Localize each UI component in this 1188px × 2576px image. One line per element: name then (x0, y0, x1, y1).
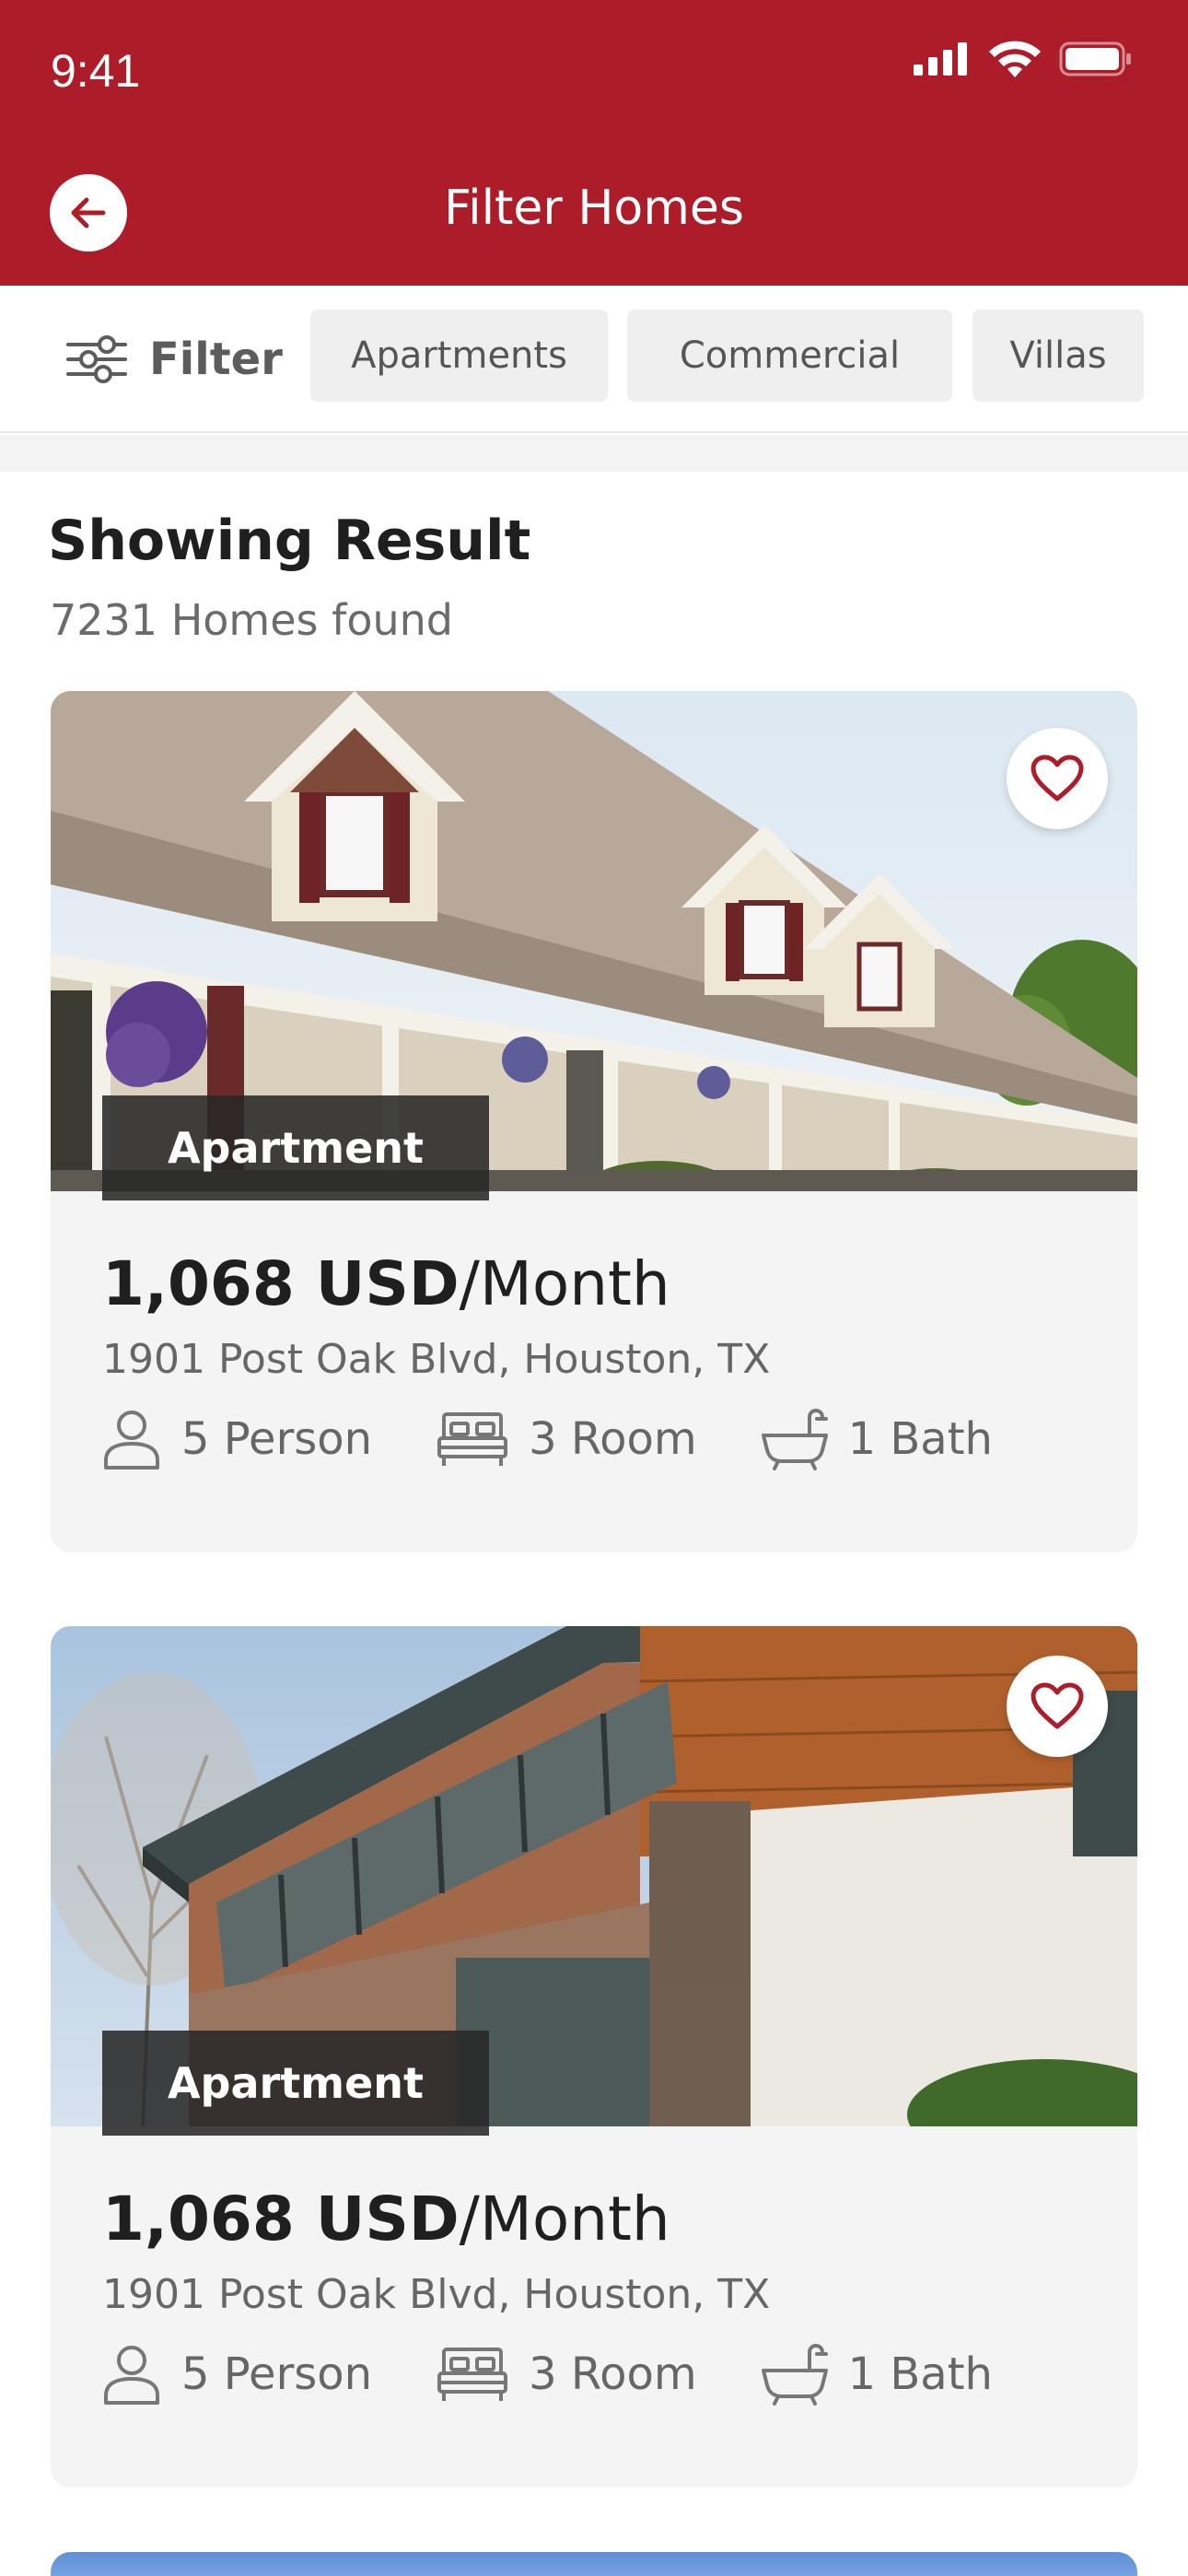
listing-price: 1,068 USD/Month (102, 1248, 670, 1319)
page-title: Filter Homes (444, 181, 744, 236)
listing-card-peek[interactable] (51, 2552, 1137, 2576)
filter-button[interactable]: Filter (66, 334, 283, 385)
persons-text: 5 Person (181, 1413, 373, 1465)
feature-persons: 5 Person (102, 1409, 372, 1469)
chip-commercial[interactable]: Commercial (627, 310, 952, 402)
price-amount: 1,068 USD (102, 1248, 460, 1319)
feature-persons: 5 Person (102, 2344, 372, 2405)
heart-icon (1031, 755, 1084, 802)
property-type-badge: Apartment (102, 1095, 489, 1200)
battery-icon (1059, 41, 1131, 76)
status-icons (914, 41, 1133, 77)
listing-features: 5 Person 3 Room 1 Bath (102, 2343, 1057, 2406)
filter-label: Filter (149, 334, 283, 385)
section-divider (0, 435, 1188, 472)
feature-baths: 1 Bath (761, 1408, 993, 1470)
results-count: 7231 Homes found (50, 595, 453, 645)
listing-address: 1901 Post Oak Blvd, Houston, TX (102, 1336, 771, 1383)
bathtub-icon (761, 2343, 828, 2406)
price-amount: 1,068 USD (102, 2184, 460, 2254)
person-icon (104, 1411, 159, 1469)
rooms-text: 3 Room (529, 1413, 697, 1465)
feature-rooms: 3 Room (437, 2346, 697, 2403)
rooms-text: 3 Room (529, 2348, 697, 2400)
baths-text: 1 Bath (847, 2348, 993, 2400)
person-icon (104, 2346, 159, 2405)
listing-address: 1901 Post Oak Blvd, Houston, TX (102, 2271, 771, 2318)
chip-apartments[interactable]: Apartments (310, 310, 608, 402)
baths-text: 1 Bath (847, 1413, 993, 1465)
bed-icon (437, 2348, 508, 2401)
bathtub-icon (761, 1408, 828, 1470)
listing-features: 5 Person 3 Room 1 Bath (102, 1408, 1057, 1470)
price-period: /Month (459, 2184, 670, 2254)
filter-sliders-icon (66, 335, 127, 383)
persons-text: 5 Person (181, 2348, 373, 2400)
signal-icon (914, 42, 967, 76)
favorite-button[interactable] (1007, 728, 1108, 829)
listing-card[interactable]: Apartment 1,068 USD/Month 1901 Post Oak … (51, 691, 1137, 1552)
feature-rooms: 3 Room (437, 1411, 697, 1468)
bed-icon (437, 1412, 508, 1466)
favorite-button[interactable] (1007, 1656, 1108, 1757)
listing-card[interactable]: Apartment 1,068 USD/Month 1901 Post Oak … (51, 1626, 1137, 2488)
heart-icon (1031, 1682, 1084, 1729)
status-time: 9:41 (51, 45, 141, 97)
property-type-badge: Apartment (102, 2031, 489, 2136)
results-title: Showing Result (48, 509, 531, 573)
wifi-icon (989, 41, 1041, 77)
listing-price: 1,068 USD/Month (102, 2184, 670, 2254)
filter-bar: Filter Apartments Commercial Villas (0, 286, 1188, 433)
chip-villas[interactable]: Villas (973, 310, 1144, 402)
feature-baths: 1 Bath (761, 2343, 993, 2406)
app-header: 9:41 Filter Homes (0, 0, 1188, 286)
price-period: /Month (459, 1248, 670, 1319)
